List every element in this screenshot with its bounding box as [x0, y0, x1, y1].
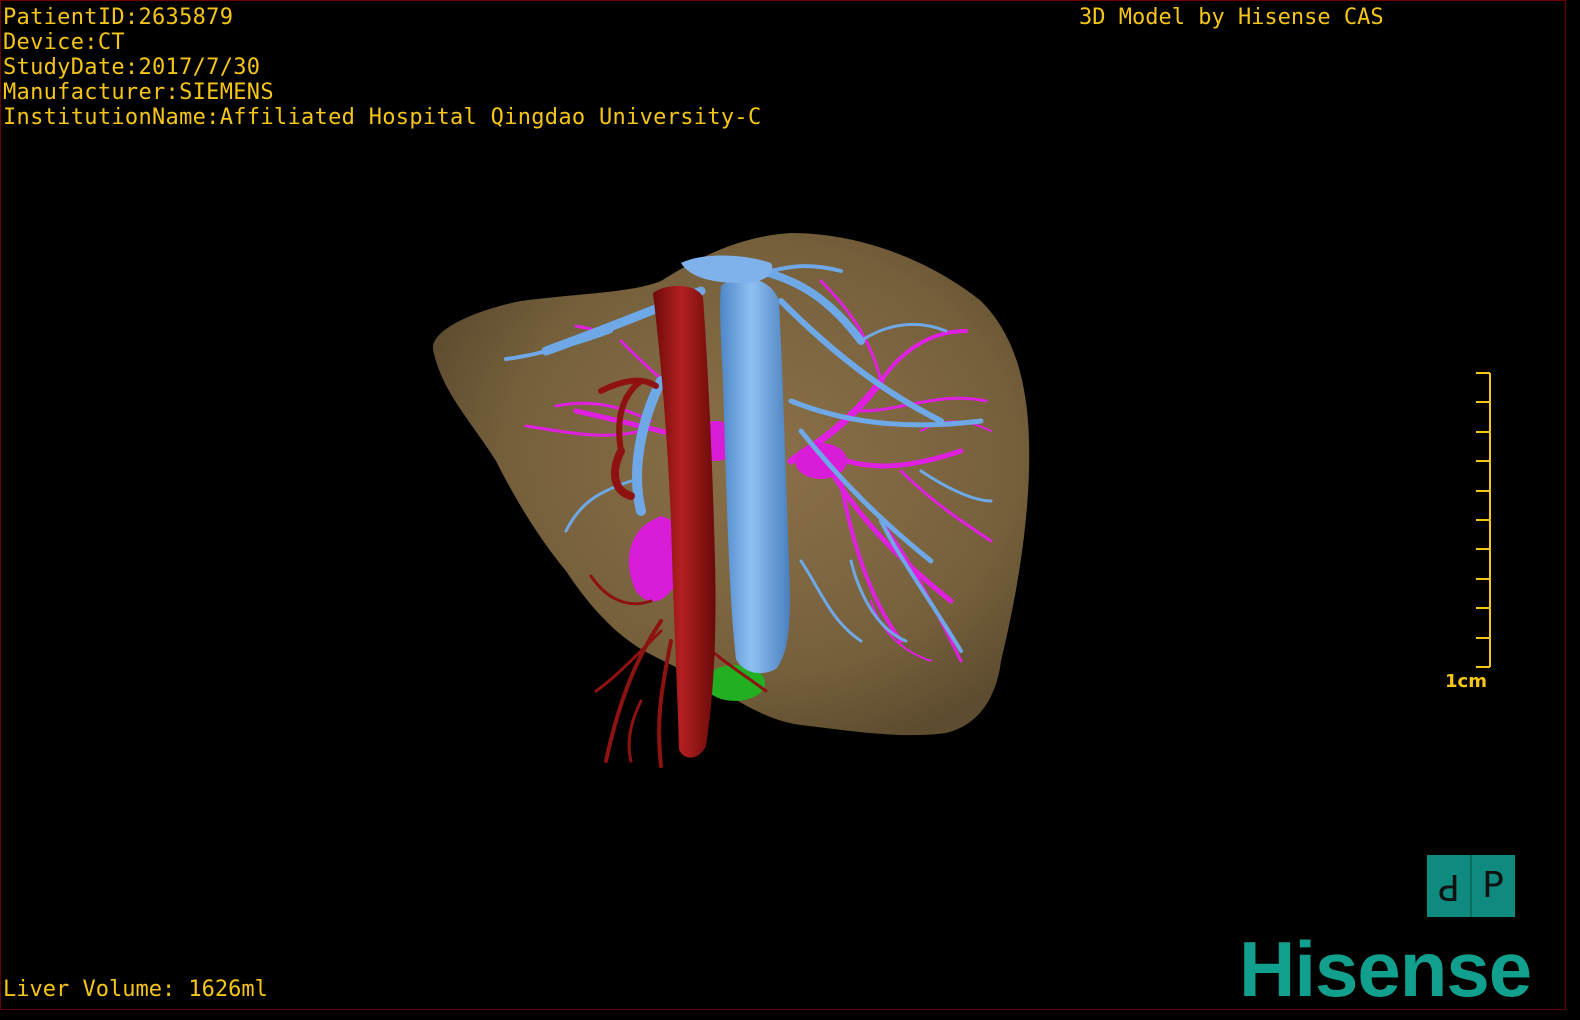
3d-viewport[interactable]: PatientID:2635879 Device:CT StudyDate:20… [0, 0, 1566, 1010]
liver-3d-render[interactable] [1, 1, 1566, 1010]
scale-bar-label: 1cm [1445, 671, 1487, 692]
orientation-divider [1470, 855, 1472, 917]
hisense-logo: Hisense [1239, 925, 1532, 1010]
orientation-right-letter: P [1482, 865, 1504, 906]
liver-volume-label: Liver Volume: 1626ml [3, 977, 268, 1002]
orientation-indicator[interactable]: P P [1427, 855, 1515, 917]
scale-bar [1476, 372, 1491, 668]
orientation-left-letter: P [1438, 866, 1460, 907]
